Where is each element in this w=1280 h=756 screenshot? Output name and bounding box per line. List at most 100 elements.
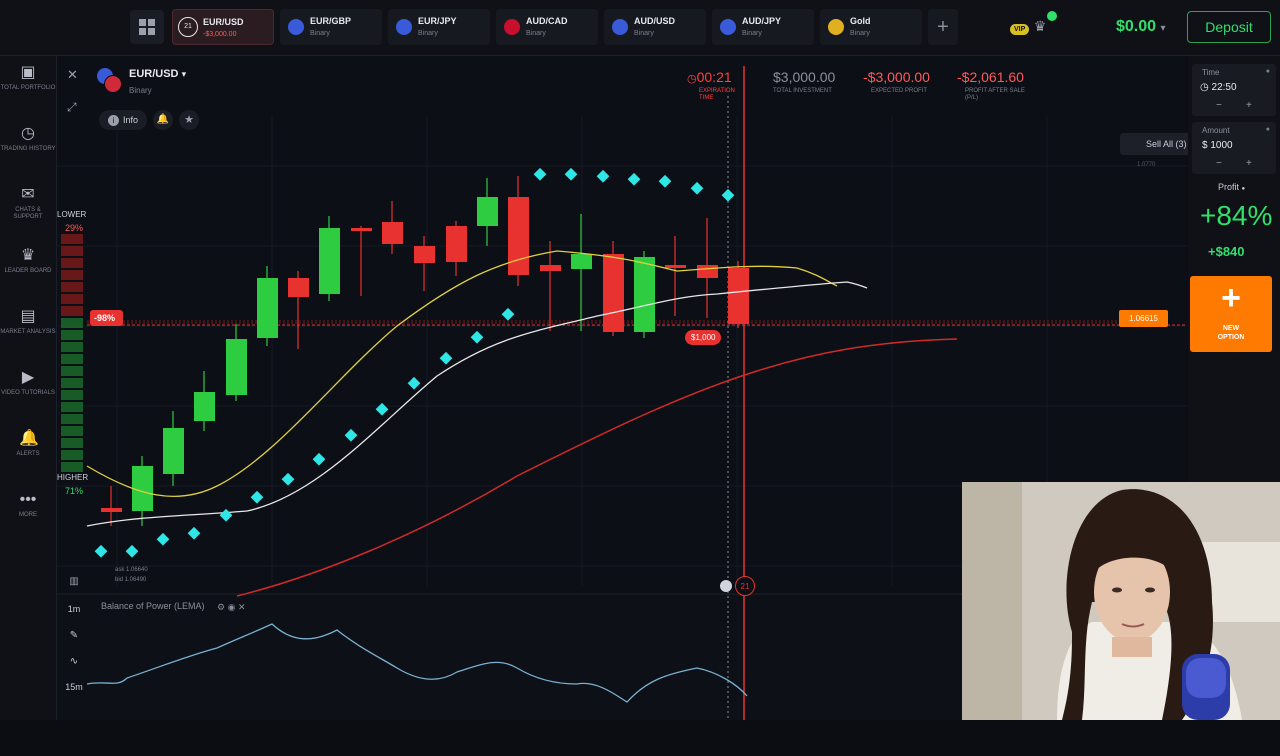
top-bar: 21 EUR/USD -$3,000.00 EUR/GBP Binary EUR/JPY B… <box>0 0 1280 56</box>
drag-handle-icon[interactable] <box>720 580 732 592</box>
verified-check-icon <box>1046 11 1057 21</box>
lower-pct: 29% <box>65 223 84 233</box>
help-icon[interactable]: ● <box>1242 186 1246 192</box>
pencil-icon[interactable]: ✎ <box>63 630 85 650</box>
asset-tab-eur-jpy[interactable]: EUR/JPY Binary <box>388 9 490 45</box>
eye-icon[interactable]: ◉ <box>228 602 236 612</box>
clock-icon: ◷ <box>1200 82 1209 93</box>
sentiment-bar <box>61 330 83 340</box>
sidebar-item-leaderboard[interactable]: ♛ LEADER BOARD <box>0 247 56 275</box>
sidebar-item-video[interactable]: ▶ VIDEO TUTORIALS <box>0 369 56 397</box>
asset-tab-aud-cad[interactable]: AUD/CAD Binary <box>496 9 598 45</box>
info-button[interactable]: i Info <box>99 110 147 130</box>
candle-body <box>194 392 215 421</box>
candle-body <box>477 197 498 226</box>
candle-body <box>665 265 686 268</box>
market-analysis-icon: ▤ <box>20 308 36 325</box>
sidebar-item-portfolio[interactable]: ▣ TOTAL PORTFOLIO <box>0 64 56 92</box>
close-icon[interactable]: ✕ <box>238 602 246 612</box>
candle-body <box>226 339 247 395</box>
amount-minus-button[interactable]: − <box>1216 158 1222 169</box>
sentiment-bar <box>61 402 83 412</box>
sidebar-item-label: CHATS & SUPPORT <box>13 207 43 220</box>
sar-marker <box>407 376 421 390</box>
sidebar-item-bell[interactable]: 🔔 ALERTS <box>0 430 56 458</box>
sentiment-bar <box>61 294 83 304</box>
star-icon: ★ <box>184 114 194 126</box>
sar-marker <box>94 544 108 558</box>
expand-button[interactable]: ⤢ <box>67 98 83 114</box>
candle-body <box>414 246 435 263</box>
chart-type-icon[interactable]: ▥ <box>63 576 85 596</box>
asset-tab-aud-jpy[interactable]: AUD/JPY Binary <box>712 9 814 45</box>
current-price-tag: 1.06615 <box>1119 310 1168 327</box>
indicators-icon[interactable]: ∿ <box>63 656 85 676</box>
amount-control[interactable]: Amount ● $ 1000 − + <box>1192 122 1276 174</box>
apps-grid-button[interactable] <box>130 10 164 44</box>
timeframe-15m[interactable]: 15m <box>63 682 85 702</box>
asset-tab-gold[interactable]: Gold Binary <box>820 9 922 45</box>
sar-marker <box>250 490 264 504</box>
add-tab-button[interactable]: + <box>928 9 958 45</box>
time-plus-button[interactable]: + <box>1246 100 1252 111</box>
help-icon[interactable]: ● <box>1266 68 1270 75</box>
sidebar-item-history[interactable]: ◷ TRADING HISTORY <box>0 125 56 153</box>
candle-body <box>697 265 718 278</box>
asset-tab-aud-usd[interactable]: AUD/USD Binary <box>604 9 706 45</box>
portfolio-icon: ▣ <box>20 64 36 81</box>
favorite-button[interactable]: ★ <box>179 110 199 130</box>
webcam-image <box>962 482 1280 720</box>
deposit-button[interactable]: Deposit <box>1187 11 1271 43</box>
sidebar-item-label: TOTAL PORTFOLIO <box>0 85 56 91</box>
expected-value: -$3,000.00 <box>863 69 930 85</box>
sar-marker <box>375 402 389 416</box>
help-icon[interactable]: ● <box>1266 126 1270 133</box>
higher-label: HIGHER <box>57 473 89 482</box>
video-icon: ▶ <box>21 369 35 386</box>
candle-body <box>257 278 278 338</box>
sentiment-bar <box>61 414 83 424</box>
amount-value[interactable]: $ 1000 <box>1202 140 1233 151</box>
time-control[interactable]: Time ● ◷ 22:50 − + <box>1192 64 1276 116</box>
expiration-stat: ◷00:21 EXPIRATION TIME <box>687 69 749 102</box>
crown-icon: ♛ <box>1033 18 1047 34</box>
sar-marker <box>281 472 295 486</box>
info-label: Info <box>122 115 138 125</box>
deal-amount-tag[interactable]: $1,000 <box>685 330 722 345</box>
long-ma-line <box>236 338 958 597</box>
asset-tab-eur-gbp[interactable]: EUR/GBP Binary <box>280 9 382 45</box>
chart-tools: ▥ 1m ✎ ∿ 15m <box>63 576 85 756</box>
fast-ma-line <box>86 250 838 497</box>
timer-badge: 21 <box>178 17 198 37</box>
investment-value: $3,000.00 <box>773 69 836 85</box>
sidebar-item-more[interactable]: ••• MORE <box>0 491 56 519</box>
currency-flag-icon <box>828 19 844 35</box>
expiration-caption: EXPIRATION TIME <box>699 88 735 101</box>
currency-flag-icon <box>720 19 736 35</box>
pnl-caption: PROFIT AFTER SALE (P/L) <box>965 88 1025 101</box>
asset-tab-eur-usd[interactable]: 21 EUR/USD -$3,000.00 <box>172 9 274 45</box>
tab-subtitle: -$3,000.00 <box>203 31 237 38</box>
sar-marker <box>470 330 484 344</box>
time-minus-button[interactable]: − <box>1216 100 1222 111</box>
sentiment-bar <box>61 234 83 244</box>
account-balance[interactable]: $0.00 ▾ <box>1116 18 1166 36</box>
amount-plus-button[interactable]: + <box>1246 158 1252 169</box>
sidebar-item-chat[interactable]: ✉ CHATS & SUPPORT <box>0 186 56 221</box>
timeframe-1m[interactable]: 1m <box>63 604 85 624</box>
vip-badge[interactable]: VIP ♛ <box>1010 11 1061 36</box>
currency-flag-icon <box>288 19 304 35</box>
tab-subtitle: Binary <box>418 30 438 37</box>
currency-flag-icon <box>504 19 520 35</box>
asset-selector[interactable]: EUR/USD ▾ <box>129 68 186 80</box>
left-sidebar: ▣ TOTAL PORTFOLIO ◷ TRADING HISTORY ✉ CHATS &… <box>0 56 57 720</box>
new-option-button[interactable]: + NEW OPTION <box>1190 276 1272 352</box>
gear-icon[interactable]: ⚙ <box>217 602 225 612</box>
tab-name: EUR/USD <box>203 17 244 27</box>
sentiment-bar <box>61 378 83 388</box>
bell-button[interactable]: 🔔 <box>153 110 173 130</box>
expected-caption: EXPECTED PROFIT <box>871 88 928 94</box>
close-chart-button[interactable]: ✕ <box>67 66 83 82</box>
tab-name: AUD/JPY <box>742 16 782 26</box>
sidebar-item-market-analysis[interactable]: ▤ MARKET ANALYSIS <box>0 308 56 336</box>
